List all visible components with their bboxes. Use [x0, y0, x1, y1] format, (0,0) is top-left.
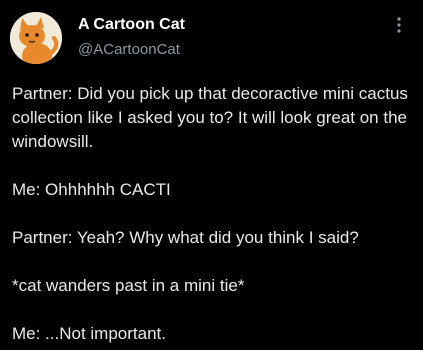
tweet-paragraph: Partner: Did you pick up that decoractiv… — [12, 84, 408, 151]
cartoon-cat-avatar-icon — [10, 12, 62, 64]
author-display-name[interactable]: A Cartoon Cat — [78, 16, 185, 34]
tweet-paragraph: Me: ...Not important. — [12, 324, 166, 343]
more-options-icon[interactable] — [394, 16, 404, 38]
avatar[interactable] — [10, 12, 62, 64]
author-handle[interactable]: @ACartoonCat — [78, 41, 180, 58]
tweet-paragraph: Partner: Yeah? Why what did you think I … — [12, 228, 359, 247]
tweet-body: Partner: Did you pick up that decoractiv… — [12, 82, 417, 346]
tweet-header: A Cartoon Cat @ACartoonCat — [0, 0, 423, 70]
tweet-paragraph: Me: Ohhhhhh CACTI — [12, 180, 171, 199]
tweet-card: A Cartoon Cat @ACartoonCat Partner: Did … — [0, 0, 423, 350]
tweet-paragraph: *cat wanders past in a mini tie* — [12, 276, 245, 295]
